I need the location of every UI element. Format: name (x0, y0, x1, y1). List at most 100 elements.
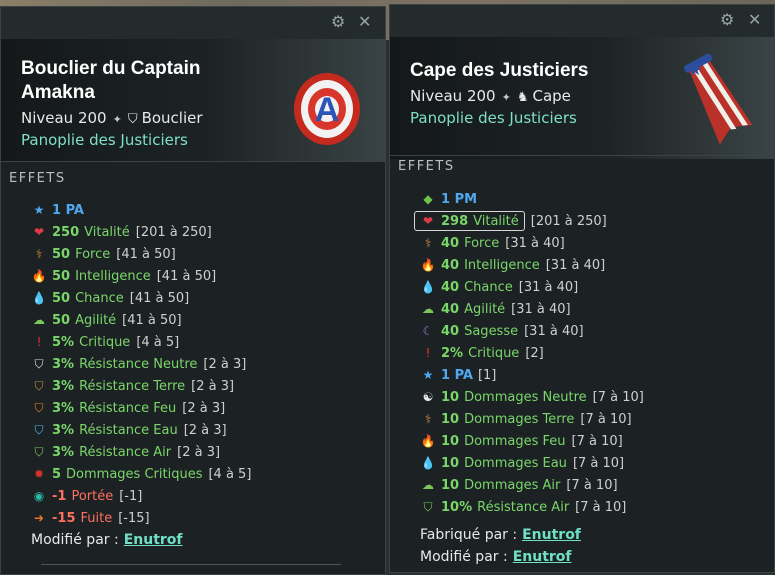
item-set-link[interactable]: Panoplie des Justiciers (21, 131, 188, 149)
critical-damage-icon: ✹ (33, 467, 45, 481)
effect-value: 3% (52, 400, 75, 416)
effect-name: Sagesse (464, 323, 519, 339)
modified-label: Modifié par : (420, 549, 508, 565)
effect-row: ☁ 50 Agilité [41 à 50] (31, 309, 251, 331)
effect-row: 💧 10 Dommages Eau [7 à 10] (420, 452, 644, 474)
effect-name: Agilité (75, 312, 117, 328)
shield-fire-icon: ⛉ (34, 401, 44, 415)
strength-icon: ⚕ (424, 236, 432, 250)
effect-row: ➜ -15 Fuite [-15] (31, 507, 251, 529)
separator-dot-icon: ✦ (112, 113, 122, 126)
effect-name: Résistance Terre (79, 378, 186, 394)
effects-heading: EFFETS (398, 159, 455, 174)
shield-item-image: A (294, 73, 360, 145)
effect-row: ⚕ 40 Force [31 à 40] (420, 232, 644, 254)
water-drop-icon: 💧 (420, 456, 436, 470)
tooltip-toolbar: ⚙ ✕ (390, 5, 774, 37)
water-drop-icon: 💧 (420, 280, 436, 294)
effect-range: [2 à 3] (182, 400, 226, 416)
eye-icon: ◉ (33, 489, 45, 503)
critical-icon: ! (36, 335, 42, 349)
effect-name: Critique (468, 345, 520, 361)
tooltip-toolbar: ⚙ ✕ (1, 7, 385, 39)
item-set-link[interactable]: Panoplie des Justiciers (410, 109, 577, 127)
highlighted-effect: ❤ 298 Vitalité (414, 211, 525, 231)
item-type: Cape (532, 87, 571, 105)
cape-item-image: ★ (684, 53, 753, 145)
modified-row: Modifié par : Enutrof (420, 546, 572, 568)
effect-row: ◆ 1 PM (420, 188, 644, 210)
effect-name: Fuite (80, 510, 113, 526)
effect-row: ◉ -1 Portée [-1] (31, 485, 251, 507)
effect-row: ❤ 298 Vitalité [201 à 250] (414, 210, 644, 232)
effect-row: 🔥 50 Intelligence [41 à 50] (31, 265, 251, 287)
effect-name: Portée (71, 488, 114, 504)
item-tooltip-right: ⚙ ✕ Cape des Justiciers Niveau 200 ✦ ♞ Cape… (389, 4, 775, 573)
effect-name: Résistance Air (79, 444, 172, 460)
item-meta: Niveau 200 ✦ ♞ Cape (410, 87, 571, 105)
effect-row: ⚕ 50 Force [41 à 50] (31, 243, 251, 265)
fire-icon: 🔥 (31, 269, 47, 283)
effect-row: ☁ 10 Dommages Air [7 à 10] (420, 474, 644, 496)
gear-icon[interactable]: ⚙ (720, 12, 734, 28)
effect-value: 5% (52, 334, 75, 350)
star-icon: ★ (422, 368, 434, 382)
shield-air-icon: ⛉ (34, 445, 44, 459)
effect-value: 1 PA (441, 367, 473, 383)
effect-range: [41 à 50] (156, 268, 217, 284)
effect-value: 250 (52, 224, 80, 240)
effect-range: [-15] (118, 510, 150, 526)
effects-list: ◆ 1 PM ❤ 298 Vitalité [201 à 250] ⚕ 40 Force [31 … (414, 188, 644, 518)
effect-row: ! 2% Critique [2] (420, 342, 644, 364)
effect-value: 50 (52, 268, 71, 284)
effect-name: Dommages Air (464, 477, 561, 493)
effect-range: [4 à 5] (136, 334, 180, 350)
effect-name: Vitalité (473, 213, 519, 229)
effect-value: 10 (441, 389, 460, 405)
effect-row: ⛉ 3% Résistance Eau [2 à 3] (31, 419, 251, 441)
effect-range: [31 à 40] (545, 257, 606, 273)
item-header: Cape des Justiciers Niveau 200 ✦ ♞ Cape Pan… (390, 37, 774, 159)
divider (390, 155, 774, 156)
effect-range: [7 à 10] (575, 499, 627, 515)
shield-type-icon: ⛉ (127, 112, 138, 127)
strength-icon: ⚕ (35, 247, 43, 261)
svg-text:A: A (315, 91, 340, 129)
effect-range: [201 à 250] (135, 224, 212, 240)
effect-row: ✹ 5 Dommages Critiques [4 à 5] (31, 463, 251, 485)
effect-range: [41 à 50] (122, 312, 182, 328)
effect-name: Dommages Terre (464, 411, 575, 427)
effect-value: 50 (52, 312, 71, 328)
effect-row: ⛉ 3% Résistance Neutre [2 à 3] (31, 353, 251, 375)
modified-by-link[interactable]: Enutrof (124, 532, 183, 548)
effect-row: ☯ 10 Dommages Neutre [7 à 10] (420, 386, 644, 408)
crafted-by-link[interactable]: Enutrof (522, 527, 581, 543)
effect-name: Chance (464, 279, 513, 295)
effect-name: Résistance Neutre (79, 356, 198, 372)
pm-diamond-icon: ◆ (423, 192, 433, 206)
svg-text:★: ★ (688, 60, 702, 79)
effect-value: 40 (441, 279, 460, 295)
effect-range: [7 à 10] (566, 477, 618, 493)
effect-value: 10 (441, 433, 460, 449)
effect-value: 10 (441, 477, 460, 493)
shield-earth-icon: ⛉ (34, 379, 44, 393)
gear-icon[interactable]: ⚙ (331, 14, 345, 30)
strength-icon: ⚕ (424, 412, 432, 426)
modified-by-link[interactable]: Enutrof (513, 549, 572, 565)
effect-row: ⛉ 3% Résistance Feu [2 à 3] (31, 397, 251, 419)
scroll-indicator[interactable] (41, 564, 341, 565)
effect-name: Résistance Eau (79, 422, 178, 438)
effect-value: 1 PM (441, 191, 478, 207)
effect-range: [7 à 10] (580, 411, 632, 427)
effect-name: Vitalité (84, 224, 130, 240)
crafted-row: Fabriqué par : Enutrof (420, 524, 581, 546)
effect-value: 3% (52, 356, 75, 372)
effect-value: 40 (441, 235, 460, 251)
shield-air-icon: ⛉ (423, 500, 433, 514)
close-icon[interactable]: ✕ (748, 12, 761, 28)
effect-value: 10% (441, 499, 473, 515)
critical-icon: ! (425, 346, 431, 360)
effect-row: ❤ 250 Vitalité [201 à 250] (31, 221, 251, 243)
close-icon[interactable]: ✕ (358, 14, 371, 30)
